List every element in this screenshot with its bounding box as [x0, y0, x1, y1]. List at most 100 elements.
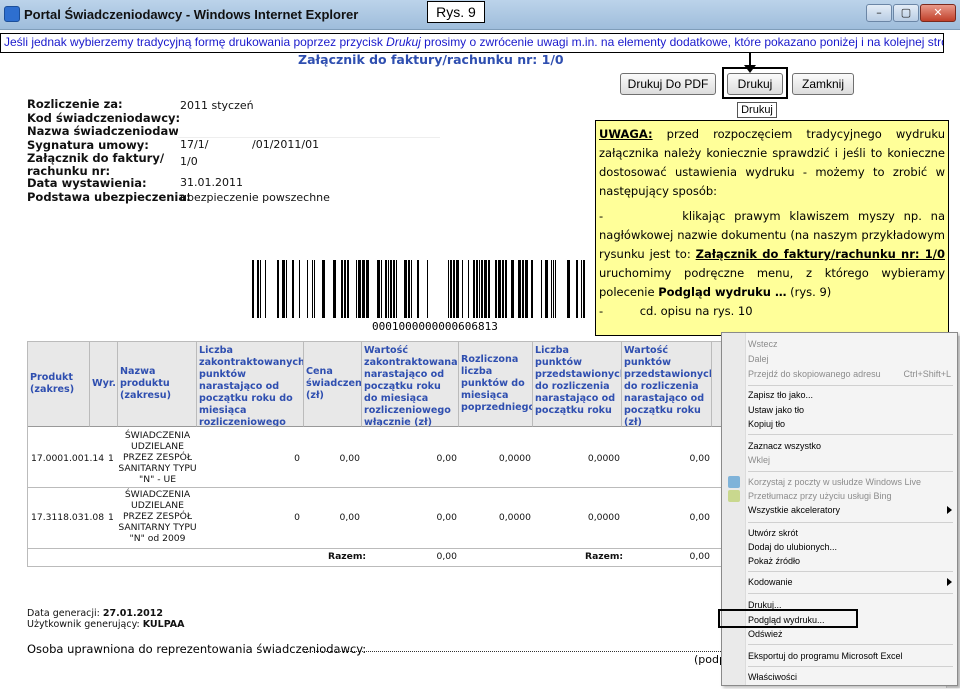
- menu-shortcut: Ctrl+Shift+L: [903, 369, 951, 379]
- table-cell-nazwa-3: PRZEZ ZESPÓŁ: [122, 511, 193, 522]
- menu-item-set-background[interactable]: Ustaw jako tło: [748, 403, 804, 418]
- bing-translate-icon: [728, 490, 740, 502]
- warning-heading: UWAGA:: [599, 127, 653, 141]
- table-cell-rozliczona: 0,0000: [498, 453, 531, 464]
- footer-user-value: KULPAA: [142, 619, 185, 630]
- warning-paragraph-2: - klikając prawym klawiszem myszy np. na…: [599, 207, 945, 302]
- table-cell-liczba: 0: [294, 512, 300, 523]
- menu-item-all-accelerators[interactable]: Wszystkie akceleratory: [748, 503, 840, 518]
- close-button[interactable]: Zamknij: [792, 73, 854, 95]
- table-cell-produkt: 17.0001.001.14: [31, 453, 105, 464]
- menu-item-add-favorites[interactable]: Dodaj do ulubionych...: [748, 540, 837, 555]
- col-header-wyr: Wyr.: [90, 342, 118, 427]
- field-value-data: 31.01.2011: [180, 176, 243, 189]
- col-header-produkt: Produkt (zakres): [28, 342, 90, 427]
- footer-user: Użytkownik generujący: KULPAA: [27, 619, 185, 630]
- menu-separator: [748, 522, 953, 523]
- submenu-arrow-icon: [947, 506, 952, 514]
- table-cell-nazwa-4: SANITARNY TYPU: [118, 522, 197, 533]
- total-value-wartosc-pkt: 0,00: [689, 551, 710, 562]
- warning-paragraph-1: UWAGA: przed rozpoczęciem tradycyjnego w…: [599, 125, 945, 201]
- instruction-text-1: Jeśli jednak wybierzemy tradycyjną formę…: [4, 35, 387, 49]
- instruction-bar: Jeśli jednak wybierzemy tradycyjną formę…: [0, 33, 944, 53]
- table-cell-wartosc-pkt: 0,00: [689, 512, 710, 523]
- table-cell-nazwa-5: "N" - UE: [138, 474, 176, 485]
- table-cell-nazwa-3: PRZEZ ZESPÓŁ: [122, 452, 193, 463]
- data-table: Produkt (zakres) Wyr. Nazwa produktu (za…: [27, 341, 748, 567]
- print-tooltip: Drukuj: [737, 102, 777, 118]
- col-header-punkty: Liczba punktów przedstawionych do rozlic…: [533, 342, 622, 427]
- col-header-liczba: Liczba zakontraktowanych punktów narasta…: [197, 342, 304, 427]
- total-label-1: Razem:: [328, 551, 367, 562]
- table-cell-wyr: 1: [108, 453, 114, 464]
- signature-line: [303, 651, 721, 652]
- table-cell-wyr: 1: [108, 512, 114, 523]
- col-header-nazwa: Nazwa produktu (zakresu): [118, 342, 197, 427]
- col-header-rozliczona: Rozliczona liczba punktów do miesiąca po…: [459, 342, 533, 427]
- field-label-data: Data wystawienia:: [27, 176, 147, 190]
- row-divider: [28, 487, 747, 488]
- menu-item-view-source[interactable]: Pokaż źródło: [748, 554, 800, 569]
- field-label-rozliczenie: Rozliczenie za:: [27, 97, 123, 111]
- field-value-zalacznik: 1/0: [180, 155, 198, 168]
- barcode: [252, 260, 585, 318]
- table-cell-nazwa-2: UDZIELANE: [131, 500, 184, 511]
- field-value-podstawa: ubezpieczenie powszechne: [180, 191, 330, 204]
- context-menu: Wstecz Dalej Przejdź do skopiowanego adr…: [721, 332, 958, 686]
- menu-item-forward[interactable]: Dalej: [748, 352, 769, 367]
- table-cell-cena: 0,00: [339, 512, 360, 523]
- redacted-area: [178, 124, 440, 138]
- col-header-cena: Cena świadczenia (zł): [304, 342, 362, 427]
- table-cell-punkty: 0,0000: [587, 453, 620, 464]
- footer-date: Data generacji: 27.01.2012: [27, 608, 163, 619]
- menu-item-label: Przejdź do skopiowanego adresu: [748, 369, 881, 379]
- table-cell-produkt: 17.3118.031.08: [31, 512, 105, 523]
- menu-icon-gutter: [722, 333, 746, 685]
- table-cell-liczba: 0: [294, 453, 300, 464]
- menu-separator: [748, 666, 953, 667]
- minimize-button[interactable]: –: [866, 4, 892, 22]
- menu-separator: [748, 644, 953, 645]
- warning-bullet: -: [599, 209, 604, 223]
- table-cell-punkty: 0,0000: [587, 512, 620, 523]
- menu-item-bing-translate[interactable]: Przetłumacz przy użyciu usługi Bing: [748, 489, 892, 504]
- menu-separator: [748, 593, 953, 594]
- table-cell-cena: 0,00: [339, 453, 360, 464]
- table-cell-nazwa-2: UDZIELANE: [131, 441, 184, 452]
- menu-item-properties[interactable]: Właściwości: [748, 670, 797, 685]
- table-cell-rozliczona: 0,0000: [498, 512, 531, 523]
- table-cell-nazwa-1: ŚWIADCZENIA: [124, 489, 191, 500]
- menu-item-copy-background[interactable]: Kopiuj tło: [748, 417, 785, 432]
- menu-item-create-shortcut[interactable]: Utwórz skrót: [748, 526, 798, 541]
- menu-item-encoding[interactable]: Kodowanie: [748, 575, 793, 590]
- print-pdf-button[interactable]: Drukuj Do PDF: [620, 73, 716, 95]
- instruction-text-2: prosimy o zwrócenie uwagi m.in. na eleme…: [420, 35, 944, 49]
- total-label-2: Razem:: [585, 551, 624, 562]
- arrow-down-icon: [744, 65, 756, 73]
- field-label-podstawa: Podstawa ubezpieczenia:: [27, 190, 191, 204]
- warning-text-2d: Podgląd wydruku …: [658, 285, 787, 299]
- print-preview-highlight: [718, 609, 858, 628]
- field-value-sygnatura-suffix: /01/2011/01: [252, 138, 320, 151]
- warning-text-2e: (rys. 9): [786, 285, 832, 299]
- menu-item-export-excel[interactable]: Eksportuj do programu Microsoft Excel: [748, 649, 903, 664]
- warning-text-3: - cd. opisu na rys. 10: [599, 304, 753, 318]
- menu-separator: [748, 571, 953, 572]
- menu-item-back[interactable]: Wstecz: [748, 337, 778, 352]
- table-cell-wartosc: 0,00: [436, 453, 457, 464]
- menu-item-refresh[interactable]: Odśwież: [748, 627, 783, 642]
- submenu-arrow-icon: [947, 578, 952, 586]
- field-label-nazwa: Nazwa świadczeniodawcy:: [27, 124, 198, 138]
- menu-separator: [748, 471, 953, 472]
- menu-item-windows-live-mail[interactable]: Korzystaj z poczty w usłudze Windows Liv…: [748, 475, 921, 490]
- col-header-wartosc-pkt: Wartość punktów przedstawionych do rozli…: [622, 342, 712, 427]
- menu-item-select-all[interactable]: Zaznacz wszystko: [748, 439, 821, 454]
- close-window-button[interactable]: ✕: [920, 4, 956, 22]
- window-title: Portal Świadczeniodawcy - Windows Intern…: [24, 7, 359, 22]
- menu-separator: [748, 385, 953, 386]
- maximize-button[interactable]: ▢: [893, 4, 919, 22]
- barcode-number: 0001000000000606813: [372, 320, 498, 333]
- menu-item-paste[interactable]: Wklej: [748, 453, 770, 468]
- menu-item-save-background[interactable]: Zapisz tło jako...: [748, 388, 813, 403]
- document-title[interactable]: Załącznik do faktury/rachunku nr: 1/0: [298, 52, 564, 67]
